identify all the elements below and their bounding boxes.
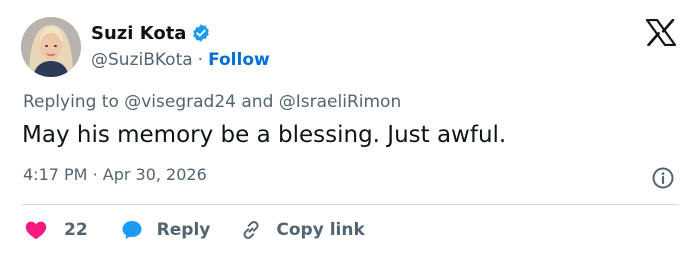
tweet-time: 4:17 PM (23, 165, 88, 184)
tweet-date: Apr 30, 2026 (102, 165, 207, 184)
action-bar: 22 Reply Copy link (24, 216, 365, 244)
follow-button[interactable]: Follow (208, 50, 270, 70)
heart-icon (25, 221, 47, 240)
copy-link-button[interactable]: Copy link (239, 218, 365, 242)
replying-to-prefix: Replying to (23, 92, 119, 112)
copy-link-label: Copy link (276, 220, 365, 240)
author-handle-row: @SuziBKota · Follow (91, 48, 270, 72)
x-logo-icon[interactable] (646, 19, 676, 46)
reply-label: Reply (156, 220, 211, 240)
tweet-timestamp[interactable]: 4:17 PM · Apr 30, 2026 (23, 165, 207, 184)
verified-badge-icon (193, 24, 210, 42)
author-name-row: Suzi Kota (91, 21, 211, 45)
like-count: 22 (64, 220, 88, 240)
divider (22, 204, 678, 205)
avatar-portrait (21, 17, 81, 77)
author-handle[interactable]: @SuziBKota (91, 50, 193, 70)
mention-link[interactable]: @visegrad24 (124, 92, 236, 112)
info-icon[interactable] (651, 166, 675, 190)
like-button[interactable]: 22 (24, 218, 88, 242)
mention-link[interactable]: @IsraeliRimon (279, 92, 401, 112)
separator-dot: · (92, 165, 98, 184)
link-icon (243, 221, 259, 239)
tweet-text: May his memory be a blessing. Just awful… (22, 122, 507, 148)
avatar[interactable] (21, 17, 81, 77)
display-name[interactable]: Suzi Kota (91, 23, 186, 44)
reply-bubble-icon (122, 221, 142, 239)
separator-dot: · (197, 50, 204, 70)
replying-to-conjunction: and (241, 92, 274, 112)
replying-to-line: Replying to @visegrad24 and @IsraeliRimo… (23, 92, 401, 112)
reply-button[interactable]: Reply (120, 218, 211, 242)
